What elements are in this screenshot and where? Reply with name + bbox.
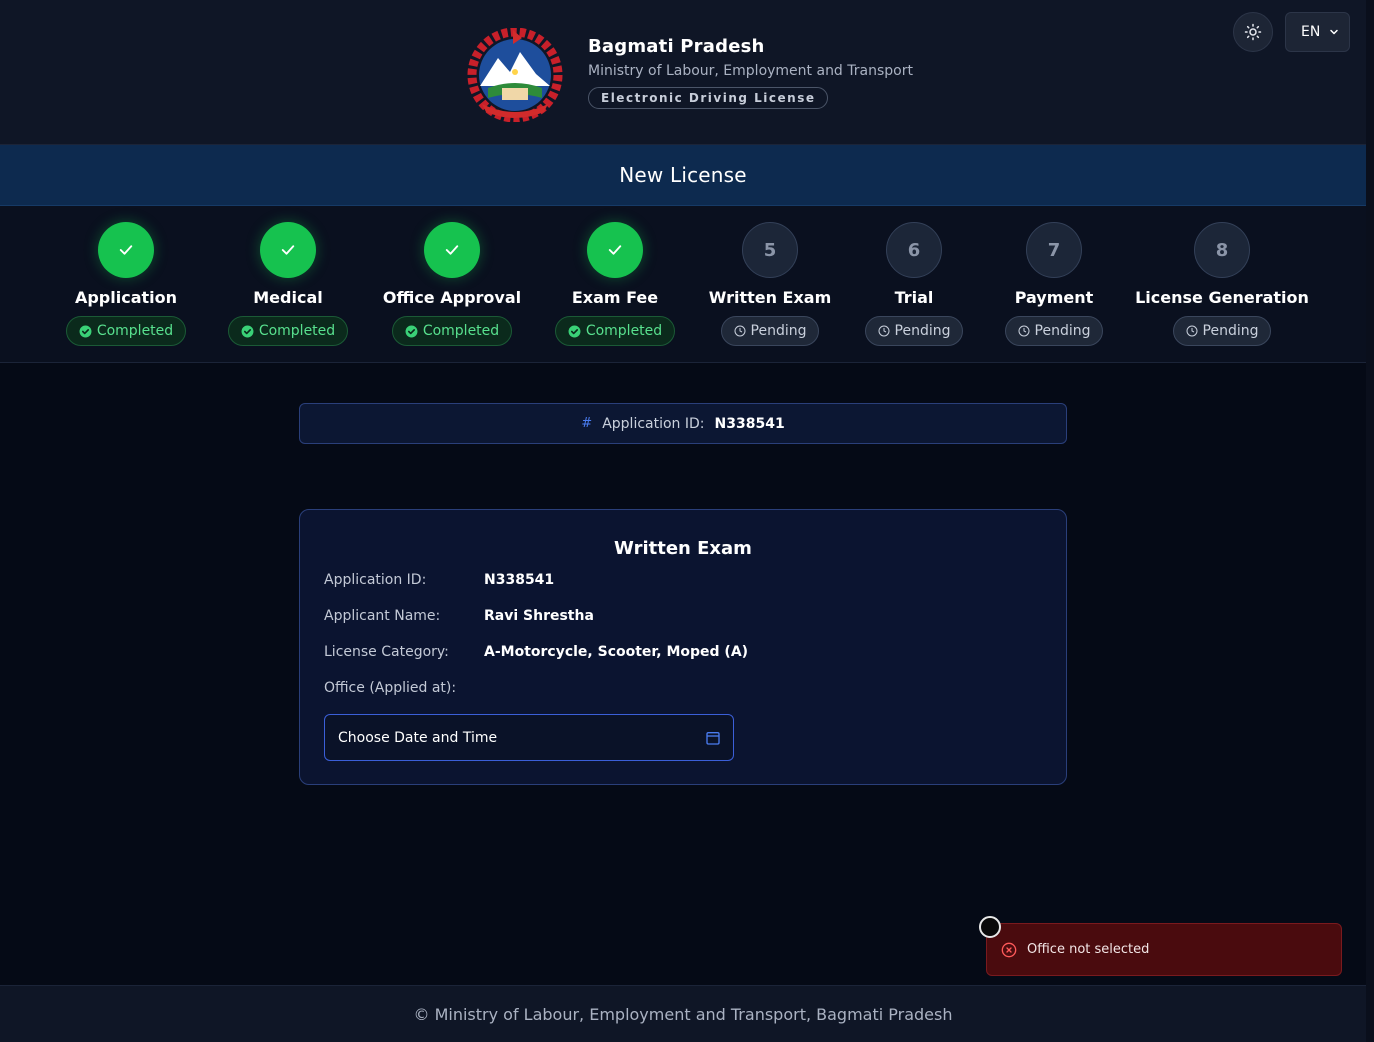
footer-text: © Ministry of Labour, Employment and Tra… xyxy=(413,1004,953,1024)
status-badge: Pending xyxy=(1004,316,1104,346)
step-check-icon xyxy=(260,222,316,278)
field-value: Ravi Shrestha xyxy=(484,608,594,624)
field-label: Application ID: xyxy=(324,572,427,588)
app-header: Bagmati Pradesh Ministry of Labour, Empl… xyxy=(0,0,1366,145)
step-number: 5 xyxy=(742,222,798,278)
field-value: A-Motorcycle, Scooter, Moped (A) xyxy=(484,644,749,660)
field-value: N338541 xyxy=(484,572,555,588)
step-check-icon xyxy=(424,222,480,278)
status-text: Pending xyxy=(894,323,951,339)
application-id-label: Application ID: xyxy=(602,415,705,432)
step-label: Written Exam xyxy=(708,288,832,307)
page-footer: © Ministry of Labour, Employment and Tra… xyxy=(0,985,1366,1042)
check-circle-icon xyxy=(241,325,254,337)
language-select[interactable]: EN xyxy=(1285,12,1350,52)
card-title: Written Exam xyxy=(614,538,752,559)
status-badge: Completed xyxy=(391,316,513,346)
status-badge: Completed xyxy=(554,316,676,346)
check-circle-icon xyxy=(405,325,418,337)
date-time-input[interactable]: Choose Date and Time xyxy=(324,714,734,761)
error-circle-icon xyxy=(1001,942,1017,957)
clock-icon xyxy=(1186,325,1198,337)
page: Bagmati Pradesh Ministry of Labour, Empl… xyxy=(0,0,1366,1042)
status-badge: Pending xyxy=(720,316,820,346)
status-text: Completed xyxy=(96,323,174,339)
field-label: Office (Applied at): xyxy=(324,680,457,696)
check-circle-icon xyxy=(568,325,581,337)
status-badge: Pending xyxy=(1172,316,1272,346)
status-badge: Completed xyxy=(65,316,187,346)
application-id-bar: # Application ID: N338541 xyxy=(299,403,1067,444)
status-text: Pending xyxy=(750,323,807,339)
step-label: Payment xyxy=(1014,288,1094,307)
field-label: License Category: xyxy=(324,644,449,660)
status-text: Completed xyxy=(585,323,663,339)
step-label: Medical xyxy=(253,288,323,307)
status-badge: Pending xyxy=(864,316,964,346)
brand-block: Bagmati Pradesh Ministry of Labour, Empl… xyxy=(588,36,913,109)
brand-title: Bagmati Pradesh xyxy=(588,36,765,57)
step-number: 7 xyxy=(1026,222,1082,278)
calendar-icon[interactable] xyxy=(705,730,721,746)
page-title: New License xyxy=(619,163,747,187)
hash-icon: # xyxy=(581,416,593,431)
error-toast[interactable]: Office not selected xyxy=(986,923,1342,976)
step-label: Trial xyxy=(894,288,934,307)
written-exam-card: Written Exam Application ID: N338541 App… xyxy=(299,509,1067,785)
toast-message: Office not selected xyxy=(1027,942,1150,957)
step-label: License Generation xyxy=(1135,288,1309,307)
date-time-placeholder: Choose Date and Time xyxy=(338,729,498,746)
clock-icon xyxy=(1018,325,1030,337)
status-text: Completed xyxy=(258,323,336,339)
brand-subtitle: Ministry of Labour, Employment and Trans… xyxy=(588,63,913,79)
page-title-bar: New License xyxy=(0,145,1366,206)
language-value: EN xyxy=(1301,24,1321,40)
progress-stepper: Application Completed Medical Completed … xyxy=(0,206,1366,363)
clock-icon xyxy=(878,325,890,337)
sun-icon xyxy=(1244,23,1262,41)
step-label: Application xyxy=(74,288,178,307)
step-license-generation[interactable]: 8 License Generation Pending xyxy=(1122,222,1322,346)
field-label: Applicant Name: xyxy=(324,608,441,624)
vertical-scrollbar[interactable] xyxy=(1366,0,1374,1042)
status-text: Pending xyxy=(1034,323,1091,339)
nepal-emblem-icon xyxy=(458,27,572,123)
cursor-indicator-icon xyxy=(979,916,1001,938)
brand-pill: Electronic Driving License xyxy=(588,87,829,109)
theme-toggle-button[interactable] xyxy=(1233,12,1273,52)
step-label: Office Approval xyxy=(382,288,522,307)
status-text: Completed xyxy=(422,323,500,339)
step-check-icon xyxy=(587,222,643,278)
clock-icon xyxy=(734,325,746,337)
status-text: Pending xyxy=(1202,323,1259,339)
step-check-icon xyxy=(98,222,154,278)
status-badge: Completed xyxy=(227,316,349,346)
check-circle-icon xyxy=(79,325,92,337)
step-number: 8 xyxy=(1194,222,1250,278)
step-label: Exam Fee xyxy=(571,288,659,307)
step-number: 6 xyxy=(886,222,942,278)
application-id-value: N338541 xyxy=(714,415,785,432)
chevron-down-icon xyxy=(1330,29,1339,35)
